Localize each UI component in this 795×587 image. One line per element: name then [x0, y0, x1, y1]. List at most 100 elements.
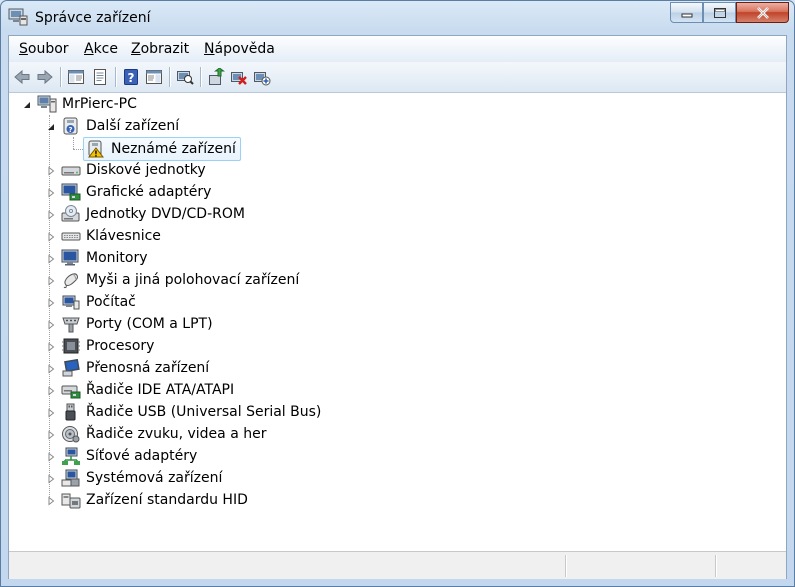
close-button[interactable] [736, 2, 789, 23]
tree-category[interactable]: Zařízení standardu HID [61, 489, 248, 511]
menu-zobrazit[interactable]: Zobrazit [131, 41, 189, 57]
collapse-arrow-icon[interactable] [22, 100, 32, 110]
maximize-button[interactable] [703, 2, 736, 23]
expand-arrow-icon[interactable] [46, 276, 56, 286]
menu-napoveda[interactable]: Nápověda [204, 41, 275, 57]
show-hide-console-tree-icon[interactable] [67, 68, 85, 86]
collapse-arrow-icon[interactable] [46, 122, 56, 132]
expand-arrow-icon[interactable] [46, 430, 56, 440]
tree-category-label: Další zařízení [86, 118, 180, 134]
tree-category[interactable]: Řadiče zvuku, videa a her [61, 423, 266, 445]
expand-arrow-icon[interactable] [46, 408, 56, 418]
expand-arrow-icon[interactable] [46, 474, 56, 484]
tree-category[interactable]: Přenosná zařízení [61, 357, 209, 379]
expand-arrow-icon[interactable] [46, 496, 56, 506]
disk-drive-icon [61, 166, 81, 176]
usb-icon [65, 403, 76, 421]
menu-zobrazit-accel: Z [131, 41, 141, 57]
tree-category[interactable]: Klávesnice [61, 225, 161, 247]
tree-device-item[interactable]: ! Neznámé zařízení [83, 137, 241, 161]
menu-napoveda-accel: N [204, 41, 215, 57]
disable-icon[interactable] [253, 68, 271, 86]
close-icon [756, 6, 769, 19]
expand-arrow-icon[interactable] [46, 386, 56, 396]
tree-category-label: Procesory [86, 338, 155, 354]
expand-arrow-icon[interactable] [46, 364, 56, 374]
maximize-icon [713, 7, 726, 18]
tree-category-label: Klávesnice [86, 228, 161, 244]
properties-icon[interactable] [91, 68, 109, 86]
tree-category-label: Zařízení standardu HID [86, 492, 248, 508]
tree-category[interactable]: Diskové jednotky [61, 159, 206, 181]
menu-soubor-label: oubor [27, 41, 69, 57]
menu-bar: Soubor Akce Zobrazit Nápověda [9, 36, 786, 63]
tree-category-label: Řadiče USB (Universal Serial Bus) [86, 404, 322, 420]
tree-category-label: Síťové adaptéry [86, 448, 198, 464]
menu-zobrazit-label: obrazit [140, 41, 190, 57]
action-pane-icon[interactable] [145, 68, 163, 86]
toolbar-separator [60, 67, 62, 87]
expand-arrow-icon[interactable] [46, 232, 56, 242]
tree-category[interactable]: ? Další zařízení [61, 115, 179, 137]
tree-category[interactable]: Myši a jiná polohovací zařízení [61, 269, 299, 291]
back-icon[interactable] [13, 68, 31, 86]
device-tree[interactable]: MrPierc-PC? Další zařízení ! Neznámé zaříze… [9, 93, 786, 551]
tree-category[interactable]: Řadiče USB (Universal Serial Bus) [61, 401, 321, 423]
expand-arrow-icon[interactable] [46, 452, 56, 462]
monitor-icon [61, 249, 79, 266]
caption-buttons [670, 2, 789, 24]
expand-arrow-icon[interactable] [46, 210, 56, 220]
sound-icon [62, 426, 80, 443]
tree-category[interactable]: Jednotky DVD/CD-ROM [61, 203, 245, 225]
tree-category[interactable]: Porty (COM a LPT) [61, 313, 213, 335]
tree-category-label: Diskové jednotky [86, 162, 206, 178]
tree-root-label: MrPierc-PC [62, 96, 137, 112]
scan-hardware-icon[interactable] [176, 68, 194, 86]
tree-root[interactable]: MrPierc-PC [37, 93, 137, 115]
menu-soubor-accel: S [19, 41, 28, 57]
expand-arrow-icon[interactable] [46, 254, 56, 264]
tree-category-label: Porty (COM a LPT) [86, 316, 213, 332]
expand-arrow-icon[interactable] [46, 342, 56, 352]
tree-category-label: Počítač [86, 294, 136, 310]
dvd-drive-icon [61, 205, 80, 222]
tree-category-label: Řadiče IDE ATA/ATAPI [86, 382, 235, 398]
toolbar: ? [9, 62, 786, 93]
minimize-button[interactable] [670, 2, 703, 23]
tree-category[interactable]: Síťové adaptéry [61, 445, 197, 467]
tree-category[interactable]: Systémová zařízení [61, 467, 222, 489]
other-devices-icon: ? [63, 117, 78, 135]
toolbar-separator [200, 67, 202, 87]
tree-category[interactable]: Řadiče IDE ATA/ATAPI [61, 379, 234, 401]
help-icon[interactable]: ? [122, 68, 140, 86]
svg-text:!: ! [94, 150, 98, 159]
tree-category-label: Monitory [86, 250, 148, 266]
tree-category[interactable]: Procesory [61, 335, 154, 357]
toolbar-separator [115, 67, 117, 87]
menu-soubor[interactable]: Soubor [19, 41, 69, 57]
status-separator [715, 555, 717, 577]
minimize-icon [681, 13, 692, 17]
system-device-icon [61, 469, 80, 487]
uninstall-icon[interactable] [230, 68, 248, 86]
tree-category-label: Řadiče zvuku, videa a her [86, 426, 267, 442]
tree-category[interactable]: Grafické adaptéry [61, 181, 211, 203]
unknown-device-warning-icon: ! [87, 140, 105, 159]
update-driver-icon[interactable] [207, 68, 225, 86]
status-separator [565, 555, 567, 577]
toolbar-separator [169, 67, 171, 87]
status-bar [9, 551, 786, 579]
title-bar[interactable]: Správce zařízení [1, 1, 794, 35]
hid-icon [61, 493, 81, 509]
expand-arrow-icon[interactable] [46, 188, 56, 198]
forward-icon[interactable] [36, 68, 54, 86]
expand-arrow-icon[interactable] [46, 298, 56, 308]
menu-akce-accel: A [84, 41, 94, 57]
expand-arrow-icon[interactable] [46, 166, 56, 176]
svg-text:?: ? [128, 71, 135, 85]
menu-akce[interactable]: Akce [84, 41, 118, 57]
tree-category[interactable]: Počítač [61, 291, 136, 313]
expand-arrow-icon[interactable] [46, 320, 56, 330]
menu-napoveda-label: ápověda [214, 41, 275, 57]
tree-category[interactable]: Monitory [61, 247, 148, 269]
